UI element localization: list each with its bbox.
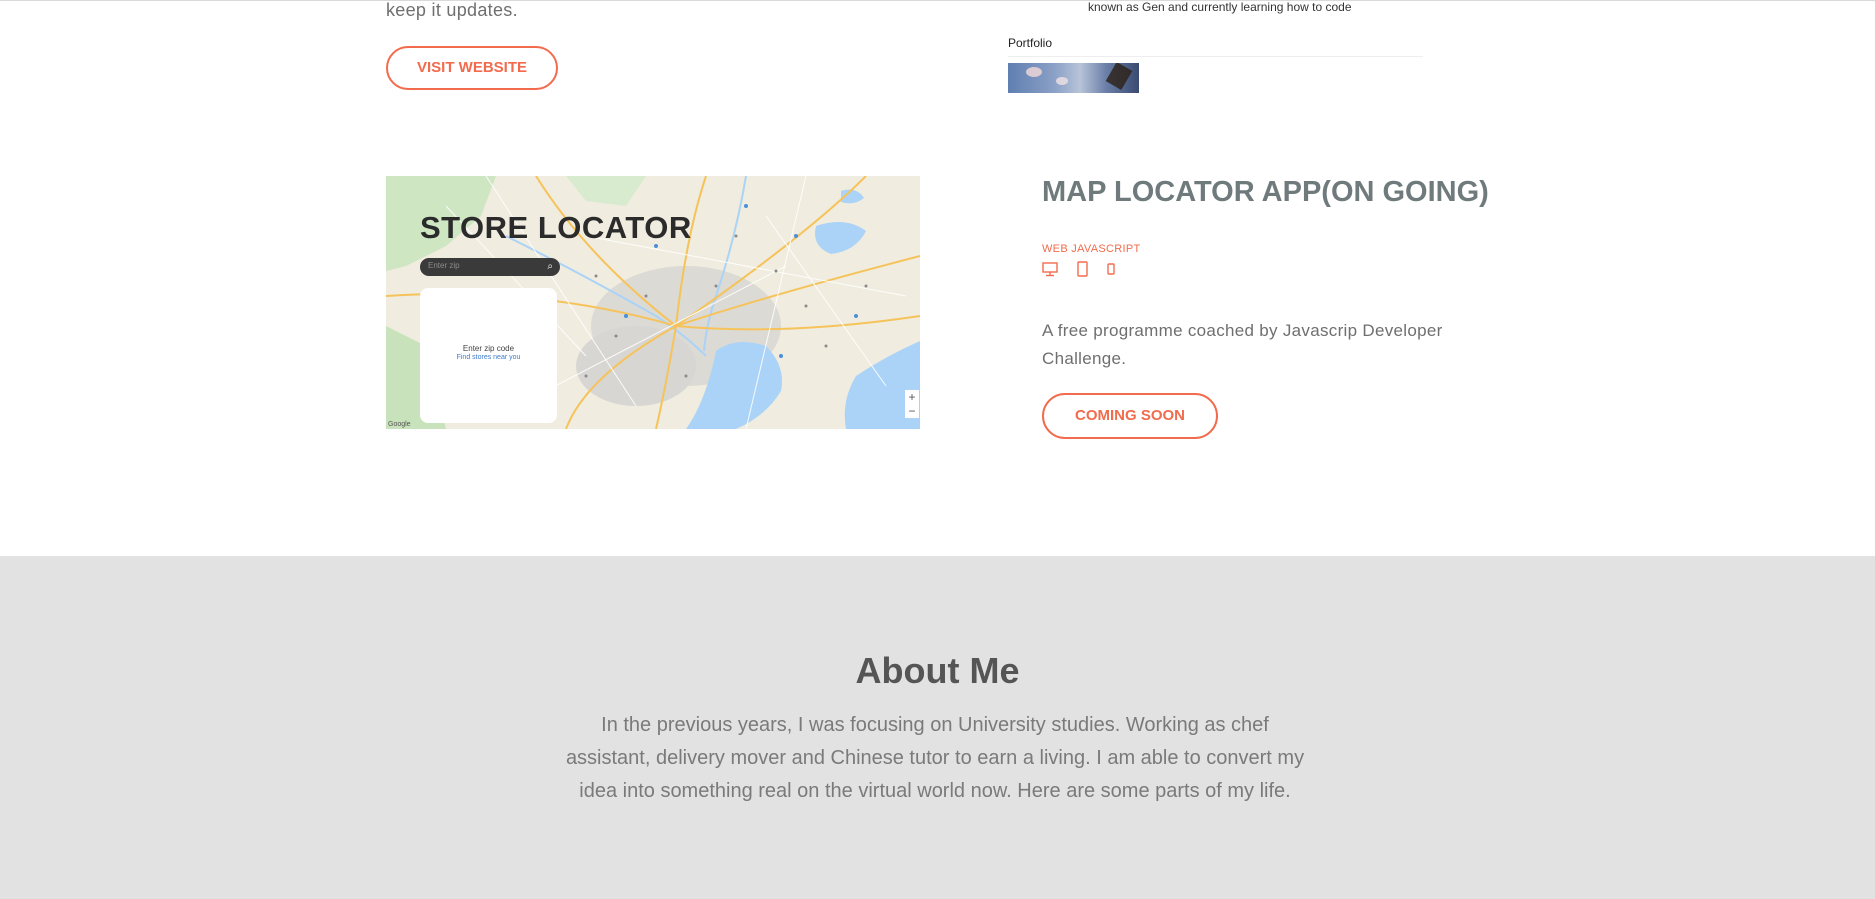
preview-caption: known as Gen and currently learning how … <box>1088 0 1352 14</box>
top-divider <box>0 0 1875 1</box>
tablet-icon <box>1077 261 1088 277</box>
project-description: A free programme coached by Javascrip De… <box>1042 321 1443 368</box>
desktop-icon <box>1042 262 1058 277</box>
about-text: In the previous years, I was focusing on… <box>565 714 1305 802</box>
preview-photo <box>1008 63 1139 93</box>
zoom-in-button[interactable]: + <box>905 390 919 404</box>
store-list-panel: Enter zip code Find stores near you <box>420 288 557 423</box>
about-title: About Me <box>855 650 1020 691</box>
search-icon[interactable]: ⌕ <box>547 261 553 272</box>
project-description-tail: keep it updates. <box>386 0 518 20</box>
preview-portfolio-label: Portfolio <box>1008 36 1053 50</box>
google-logo: Google <box>388 421 411 428</box>
zoom-out-button[interactable]: − <box>905 404 919 418</box>
preview-divider <box>1008 56 1423 57</box>
panel-hint: Find stores near you <box>456 354 521 361</box>
coming-soon-button[interactable]: COMING SOON <box>1042 393 1218 439</box>
project-title: MAP LOCATOR APP(ON GOING) <box>1042 176 1489 208</box>
store-locator-heading: STORE LOCATOR <box>420 210 692 245</box>
zip-search-input[interactable]: Enter zip ⌕ <box>420 258 560 276</box>
visit-website-button[interactable]: VISIT WEBSITE <box>386 46 558 90</box>
map-locator-screenshot[interactable]: STORE LOCATOR Enter zip ⌕ Enter zip code… <box>386 176 920 429</box>
device-icons <box>1042 261 1122 277</box>
panel-prompt: Enter zip code <box>462 344 515 353</box>
project-tags: WEB JAVASCRIPT <box>1042 243 1141 255</box>
zip-search-placeholder: Enter zip <box>428 261 460 270</box>
map-zoom-control[interactable]: + − <box>905 390 919 418</box>
phone-icon <box>1107 263 1115 275</box>
